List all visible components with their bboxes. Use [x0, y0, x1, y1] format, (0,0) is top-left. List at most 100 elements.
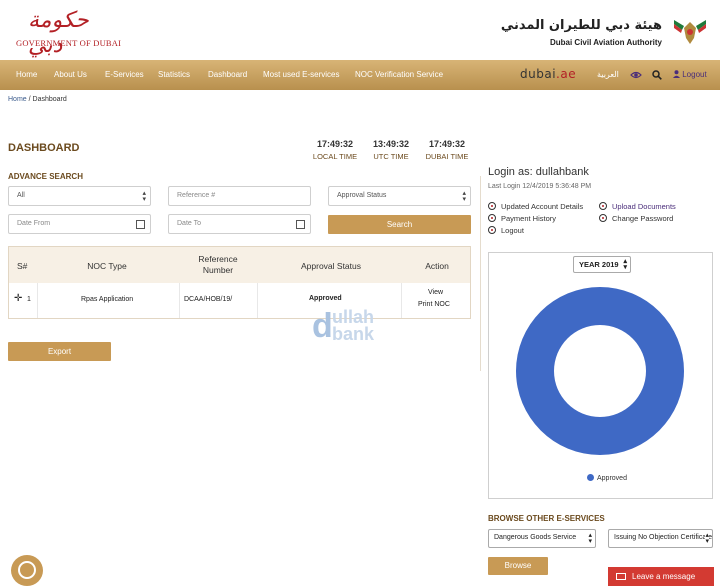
dcaa-english-text: Dubai Civil Aviation Authority [549, 38, 662, 47]
col-sn: S# [17, 261, 28, 271]
chat-widget-button[interactable] [11, 555, 43, 586]
watermark-bottom: bank [332, 324, 375, 344]
leave-message-tab[interactable]: Leave a message [608, 567, 714, 586]
nav-dashboard[interactable]: Dashboard [208, 70, 247, 79]
payment-history-link[interactable]: Payment History [488, 214, 556, 223]
browse-button[interactable]: Browse [488, 557, 548, 575]
nav-noc-verification[interactable]: NOC Verification Service [355, 70, 443, 79]
watermark-letter: d [312, 307, 333, 345]
year-select[interactable]: YEAR 2019 ▴ ▾ [573, 256, 631, 273]
col-reference-number: Reference Number [198, 254, 238, 275]
search-icon[interactable] [652, 70, 662, 80]
login-as-label: Login as: [488, 166, 536, 178]
certificate-select[interactable]: Issuing No Objection Certificate ▴ ▾ [608, 529, 713, 548]
service-select[interactable]: Dangerous Goods Service ▴ ▾ [488, 529, 596, 548]
watermark: d ullah bank [312, 307, 412, 347]
reference-input[interactable]: Reference # [168, 186, 311, 206]
legend-swatch [587, 474, 594, 481]
utc-time-label: UTC TIME [373, 152, 409, 161]
dubai-ae-main: dubai [520, 67, 557, 81]
row-sn: 1 [27, 296, 31, 303]
account-link-label: Upload Documents [612, 202, 676, 211]
breadcrumb-current: Dashboard [32, 96, 67, 103]
dubai-time-value: 17:49:32 [428, 139, 466, 149]
account-link-label: Change Password [612, 214, 674, 223]
select-arrows-icon: ▴ ▾ [623, 258, 627, 271]
breadcrumb: Home / Dashboard [8, 96, 67, 103]
date-to-input[interactable]: Date To [168, 214, 311, 234]
chat-icon [18, 561, 36, 579]
dubai-ae-logo[interactable]: dubai.ae [520, 67, 576, 81]
username: dullahbank [535, 166, 589, 178]
print-noc-link[interactable]: Print NOC [418, 301, 450, 308]
top-header: حكومة دبي GOVERNMENT OF DUBAI هيئة دبي ل… [0, 0, 720, 60]
certificate-select-value: Issuing No Objection Certificate [614, 534, 713, 541]
gov-arabic-text: حكومة دبي [28, 8, 89, 58]
dubai-ae-tld: .ae [556, 67, 577, 81]
nav-statistics[interactable]: Statistics [158, 70, 190, 79]
select-arrows-icon: ▴ ▾ [462, 190, 466, 203]
approval-status-select[interactable]: Approval Status ▴ ▾ [328, 186, 471, 206]
legend-label: Approved [597, 475, 627, 482]
updated-account-details-link[interactable]: Updated Account Details [488, 202, 583, 211]
expand-row-icon[interactable]: ✛ [14, 293, 22, 304]
select-arrows-icon: ▴ ▾ [142, 190, 146, 203]
row-noc-type: Rpas Application [81, 296, 134, 303]
year-select-value: YEAR 2019 [579, 260, 619, 269]
chart-legend[interactable]: Approved [587, 474, 627, 482]
dubai-time-clock: 17:49:32 DUBAI TIME [423, 139, 471, 161]
dubai-time-label: DUBAI TIME [425, 152, 469, 161]
main-nav: Home About Us E-Services Statistics Dash… [0, 60, 720, 90]
reference-placeholder: Reference # [177, 192, 216, 199]
login-as: Login as: dullahbank [488, 166, 589, 178]
uae-emblem-icon [674, 20, 706, 44]
logout-link[interactable]: Logout [673, 70, 707, 79]
logout-account-link[interactable]: Logout [488, 226, 524, 235]
date-from-input[interactable]: Date From [8, 214, 151, 234]
calendar-icon[interactable] [136, 220, 145, 229]
nav-about-us[interactable]: About Us [54, 70, 87, 79]
status-chart-panel: YEAR 2019 ▴ ▾ Approved [488, 252, 713, 499]
eye-icon[interactable] [630, 70, 642, 80]
bullet-icon [488, 214, 496, 222]
col-action: Action [425, 261, 449, 271]
col-noc-type: NOC Type [87, 261, 127, 271]
account-link-label: Updated Account Details [501, 202, 584, 211]
dcaa-arabic-text: هيئة دبي للطيران المدني [500, 18, 662, 33]
calendar-icon[interactable] [296, 220, 305, 229]
bullet-icon [599, 214, 607, 222]
change-password-link[interactable]: Change Password [599, 214, 673, 223]
gov-english-text: GOVERNMENT OF DUBAI [16, 38, 122, 48]
breadcrumb-home[interactable]: Home [8, 96, 27, 103]
nav-e-services[interactable]: E-Services [105, 70, 144, 79]
nav-home[interactable]: Home [16, 70, 37, 79]
arabic-language-link[interactable]: العربية [597, 70, 619, 79]
utc-time-clock: 13:49:32 UTC TIME [370, 139, 412, 161]
view-link[interactable]: View [428, 289, 443, 296]
upload-documents-link[interactable]: Upload Documents [599, 202, 676, 211]
donut-slice-approved[interactable] [516, 287, 684, 455]
export-button[interactable]: Export [8, 342, 111, 361]
noc-type-select[interactable]: All ▴ ▾ [8, 186, 151, 206]
utc-time-value: 13:49:32 [372, 139, 410, 149]
column-divider [480, 176, 481, 371]
last-login: Last Login 12/4/2019 5:36:48 PM [488, 183, 592, 190]
government-of-dubai-logo[interactable]: حكومة دبي GOVERNMENT OF DUBAI [14, 8, 122, 58]
service-select-value: Dangerous Goods Service [494, 534, 577, 541]
dcaa-logo[interactable]: هيئة دبي للطيران المدني Dubai Civil Avia… [501, 14, 710, 54]
approval-status-value: Approval Status [337, 192, 387, 199]
date-from-placeholder: Date From [17, 220, 51, 227]
date-to-placeholder: Date To [177, 220, 201, 227]
local-time-clock: 17:49:32 LOCAL TIME [311, 139, 359, 161]
col-approval-status: Approval Status [300, 261, 361, 271]
local-time-label: LOCAL TIME [312, 152, 358, 161]
advance-search-title: ADVANCE SEARCH [8, 172, 83, 181]
select-arrows-icon: ▴ ▾ [588, 532, 592, 545]
account-link-label: Logout [501, 226, 524, 235]
nav-most-used-e-services[interactable]: Most used E-services [263, 70, 339, 79]
account-link-label: Payment History [501, 214, 557, 223]
page-title: DASHBOARD [8, 142, 80, 154]
select-arrows-icon: ▴ ▾ [705, 532, 709, 545]
bullet-icon [599, 202, 607, 210]
search-button[interactable]: Search [328, 215, 471, 234]
